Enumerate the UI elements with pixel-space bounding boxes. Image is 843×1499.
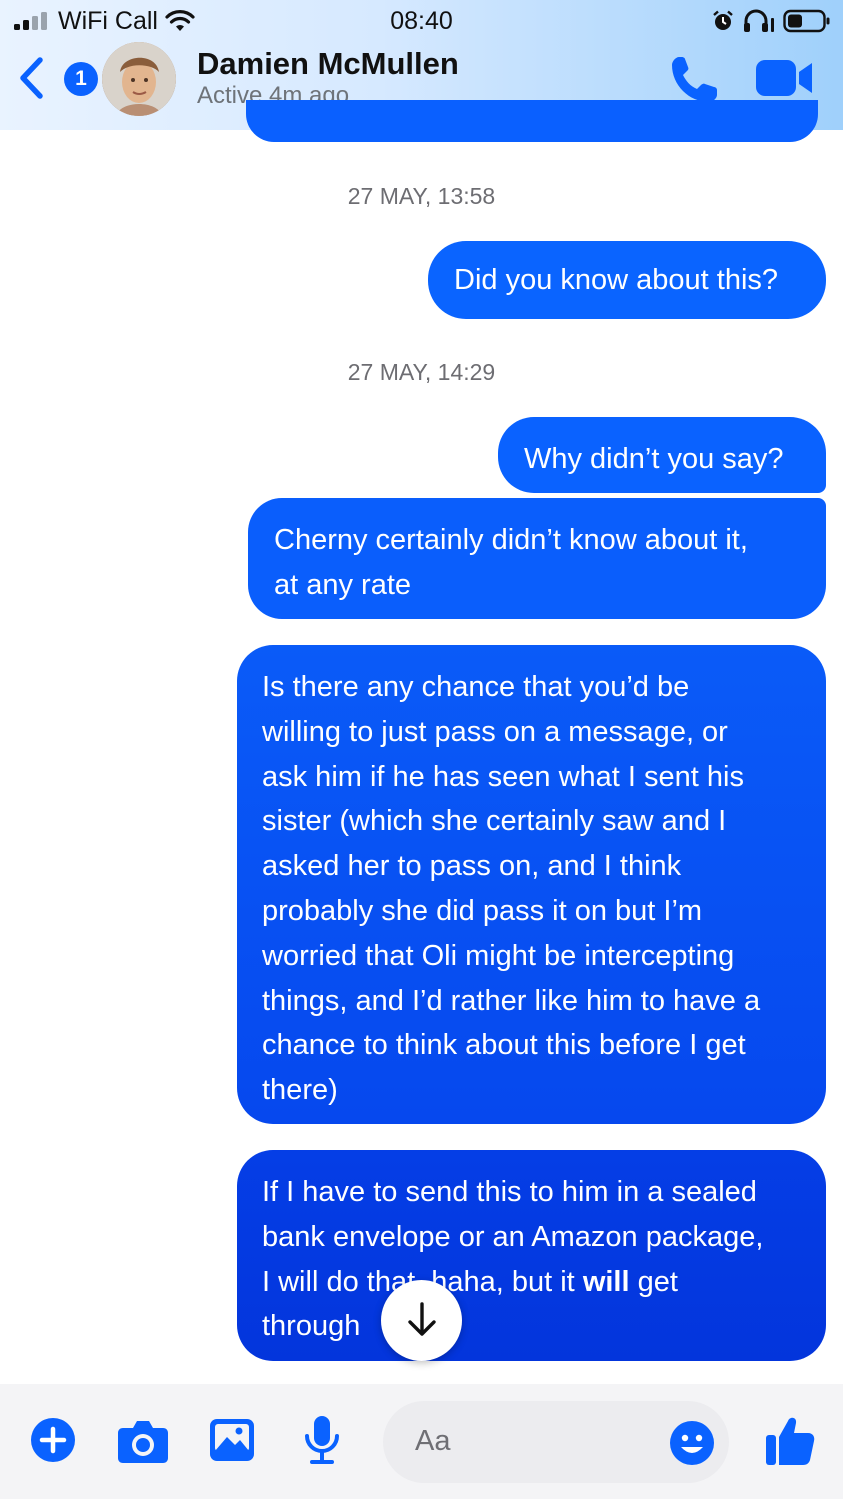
- battery-icon: [783, 9, 830, 33]
- message-text: get: [629, 1265, 678, 1298]
- message-line: Is there any chance that you’d be: [262, 671, 690, 703]
- scroll-to-bottom-button[interactable]: [381, 1280, 462, 1361]
- camera-icon: [118, 1421, 168, 1463]
- message-line: Did you know about this?: [454, 264, 779, 296]
- image-icon: [210, 1419, 254, 1461]
- message-composer: Aa: [0, 1384, 843, 1499]
- gallery-button[interactable]: [208, 1417, 256, 1463]
- message-timestamp: 27 MAY, 13:58: [347, 183, 496, 209]
- message-line: at any rate: [274, 569, 412, 601]
- message-line: Why didn’t you say?: [524, 443, 784, 475]
- chevron-left-icon: [20, 57, 43, 99]
- message-line: I will do that, haha, but it will get: [262, 1260, 804, 1305]
- sent-message-bubble[interactable]: Cherny certainly didn’t know about it, a…: [248, 498, 826, 619]
- message-line: worried that Oli might be intercepting: [262, 939, 735, 972]
- avatar-photo: [102, 42, 176, 116]
- video-call-button[interactable]: [752, 56, 816, 100]
- unread-count-badge: 1: [64, 62, 98, 96]
- arrow-down-icon: [408, 1302, 436, 1336]
- avatar[interactable]: [102, 42, 176, 116]
- message-input-placeholder: Aa: [415, 1425, 451, 1457]
- message-bubble-partial[interactable]: [246, 100, 818, 142]
- alarm-icon: [713, 10, 733, 30]
- sent-message-bubble[interactable]: Why didn’t you say?: [498, 417, 826, 493]
- sent-message-bubble[interactable]: Did you know about this?: [428, 241, 826, 319]
- phone-icon: [672, 57, 717, 102]
- contact-name[interactable]: Damien McMullen: [197, 46, 459, 82]
- thumbs-up-icon: [766, 1417, 815, 1465]
- message-emphasis: will: [582, 1265, 630, 1298]
- plus-icon: [31, 1418, 75, 1462]
- message-line: chance to think about this before I get: [262, 1029, 746, 1062]
- smiley-icon: [670, 1421, 714, 1465]
- message-line: sister (which she certainly saw and I: [262, 805, 727, 838]
- microphone-icon: [305, 1416, 339, 1464]
- emoji-button[interactable]: [668, 1419, 716, 1467]
- add-button[interactable]: [30, 1417, 76, 1463]
- message-line: bank envelope or an Amazon package,: [262, 1220, 764, 1253]
- message-timestamp: 27 MAY, 14:29: [347, 359, 496, 385]
- message-input[interactable]: Aa: [383, 1401, 729, 1483]
- back-button[interactable]: 1: [18, 54, 98, 102]
- like-button[interactable]: [764, 1413, 816, 1467]
- video-camera-icon: [756, 60, 812, 96]
- voice-call-button[interactable]: [668, 52, 722, 106]
- message-line: through: [262, 1310, 361, 1343]
- message-line: there): [262, 1074, 338, 1107]
- voice-message-button[interactable]: [302, 1414, 342, 1466]
- message-line: asked her to pass on, and I think: [262, 850, 682, 883]
- headphones-icon: [744, 9, 774, 32]
- status-bar: WiFi Call 08:40: [0, 0, 843, 42]
- message-line: probably she did pass it on but I’m: [262, 894, 703, 927]
- camera-button[interactable]: [117, 1418, 169, 1464]
- message-line: If I have to send this to him in a seale…: [262, 1176, 757, 1208]
- message-line: Cherny certainly didn’t know about it,: [274, 524, 748, 556]
- message-line: things, and I’d rather like him to have …: [262, 984, 761, 1017]
- message-line: willing to just pass on a message, or: [262, 715, 728, 748]
- message-line: ask him if he has seen what I sent his: [262, 760, 744, 793]
- sent-message-bubble[interactable]: Is there any chance that you’d be willin…: [237, 645, 826, 1124]
- sent-message-bubble[interactable]: If I have to send this to him in a seale…: [237, 1150, 826, 1361]
